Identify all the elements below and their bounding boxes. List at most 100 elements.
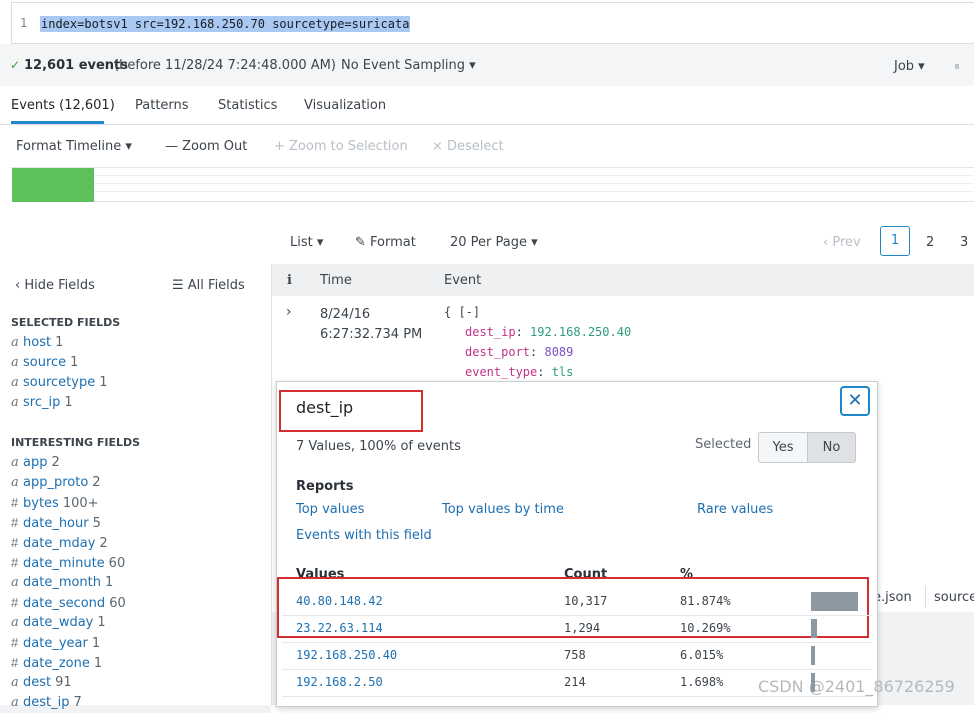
zoom-out-button[interactable]: — Zoom Out [165,139,247,154]
tab-statistics[interactable]: Statistics [218,98,277,113]
field-count: 2 [99,536,108,551]
search-query[interactable]: index=botsv1 src=192.168.250.70 sourcety… [40,16,411,32]
close-icon[interactable]: ✕ [840,386,870,416]
numeric-type-icon: # [11,595,19,610]
event-json-open[interactable]: { [-] [444,302,480,322]
string-type-icon: a [11,575,19,590]
field-name[interactable]: date_mday [23,536,95,551]
deselect-button[interactable]: × Deselect [432,139,504,154]
field-name[interactable]: sourcetype [23,375,95,390]
top-values-link[interactable]: Top values [296,502,364,517]
all-fields-button[interactable]: ☰ All Fields [172,278,245,293]
events-with-field-link[interactable]: Events with this field [296,528,432,543]
selected-no-button[interactable]: No [807,432,856,463]
job-menu[interactable]: Job ▾ [894,59,925,74]
event-sampling-dropdown[interactable]: No Event Sampling ▾ [341,58,476,73]
field-name[interactable]: src_ip [23,395,60,410]
field-item[interactable]: a host 1 [11,333,270,353]
field-item[interactable]: a source 1 [11,353,270,373]
tab-visualization[interactable]: Visualization [304,98,386,113]
field-name[interactable]: source [23,355,66,370]
value-link[interactable]: 40.80.148.42 [296,594,383,608]
event-field-value[interactable]: tls [552,365,574,379]
top-values-by-time-link[interactable]: Top values by time [442,502,564,517]
field-item[interactable]: a dest_ip 7 [11,693,270,713]
search-bar[interactable]: 1 index=botsv1 src=192.168.250.70 source… [11,2,974,44]
field-item[interactable]: # date_year 1 [11,633,270,653]
hide-fields-button[interactable]: ‹ Hide Fields [15,278,95,293]
field-item[interactable]: # bytes 100+ [11,493,270,513]
field-item[interactable]: a date_wday 1 [11,613,270,633]
event-field-key[interactable]: event_type [465,365,537,379]
event-field-key[interactable]: dest_ip [465,325,516,339]
event-field-line[interactable]: dest_port: 8089 [465,342,573,362]
format-timeline-button[interactable]: Format Timeline ▾ [16,139,132,154]
event-column-header[interactable]: Event [444,273,481,288]
field-name[interactable]: host [23,335,51,350]
selected-label: Selected [695,437,752,452]
field-name[interactable]: date_month [23,575,101,590]
info-column-icon: i [287,273,292,288]
value-link[interactable]: 192.168.250.40 [296,648,397,662]
field-name[interactable]: bytes [23,496,59,511]
field-name[interactable]: date_zone [23,656,90,671]
json-collapse-toggle[interactable]: { [-] [444,305,480,319]
field-item[interactable]: a sourcetype 1 [11,373,270,393]
field-item[interactable]: # date_mday 2 [11,533,270,553]
numeric-type-icon: # [11,495,19,510]
event-date: 8/24/16 [320,307,371,322]
string-type-icon: a [11,355,19,370]
field-name[interactable]: dest_ip [23,695,69,710]
field-count: 1 [64,395,73,410]
list-view-dropdown[interactable]: List ▾ [290,235,323,250]
interesting-fields-header: INTERESTING FIELDS [11,436,141,449]
field-name[interactable]: dest [23,675,51,690]
field-item[interactable]: a date_month 1 [11,573,270,593]
field-item[interactable]: a src_ip 1 [11,393,270,413]
event-field-line[interactable]: event_type: tls [465,362,573,382]
event-field-value[interactable]: 8089 [544,345,573,359]
selected-yes-button[interactable]: Yes [758,432,808,463]
field-name[interactable]: app [23,455,47,470]
pause-icon[interactable]: ⏸ [954,59,960,74]
value-count: 758 [564,648,586,662]
reports-header: Reports [296,479,354,494]
page-button-2[interactable]: 2 [926,235,934,250]
value-link[interactable]: 23.22.63.114 [296,621,383,635]
timeline-bar[interactable] [12,168,94,202]
field-item[interactable]: a app 2 [11,453,270,473]
per-page-dropdown[interactable]: 20 Per Page ▾ [450,235,538,250]
field-item[interactable]: # date_minute 60 [11,553,270,573]
event-field-value[interactable]: 192.168.250.40 [530,325,631,339]
field-name[interactable]: date_hour [23,516,89,531]
field-item[interactable]: a app_proto 2 [11,473,270,493]
expand-chevron-icon[interactable]: › [286,304,292,320]
page-button-3[interactable]: 3 [960,235,968,250]
rare-values-link[interactable]: Rare values [697,502,773,517]
zoom-to-selection-button[interactable]: + Zoom to Selection [274,139,408,154]
page-button-1[interactable]: 1 [880,226,910,256]
field-name[interactable]: app_proto [23,475,88,490]
tab-events[interactable]: Events (12,601) [11,98,115,113]
check-icon: ✓ [10,58,21,72]
events-table-header [272,264,974,296]
field-name[interactable]: date_wday [23,615,93,630]
field-count: 1 [93,656,103,671]
event-field-key[interactable]: dest_port [465,345,530,359]
numeric-type-icon: # [11,535,19,550]
value-link[interactable]: 192.168.2.50 [296,675,383,689]
tab-patterns[interactable]: Patterns [135,98,189,113]
field-item[interactable]: # date_second 60 [11,593,270,613]
field-item[interactable]: # date_zone 1 [11,653,270,673]
event-field-line[interactable]: dest_ip: 192.168.250.40 [465,322,631,342]
prev-page-button[interactable]: ‹ Prev [823,235,861,250]
time-column-header[interactable]: Time [320,273,352,288]
field-item[interactable]: a dest 91 [11,673,270,693]
value-count: 214 [564,675,586,689]
field-name[interactable]: date_second [23,596,105,611]
field-name[interactable]: date_year [23,636,88,651]
format-button[interactable]: ✎ Format [355,235,416,250]
timeline-chart[interactable] [11,167,974,204]
field-name[interactable]: date_minute [23,556,105,571]
field-item[interactable]: # date_hour 5 [11,513,270,533]
